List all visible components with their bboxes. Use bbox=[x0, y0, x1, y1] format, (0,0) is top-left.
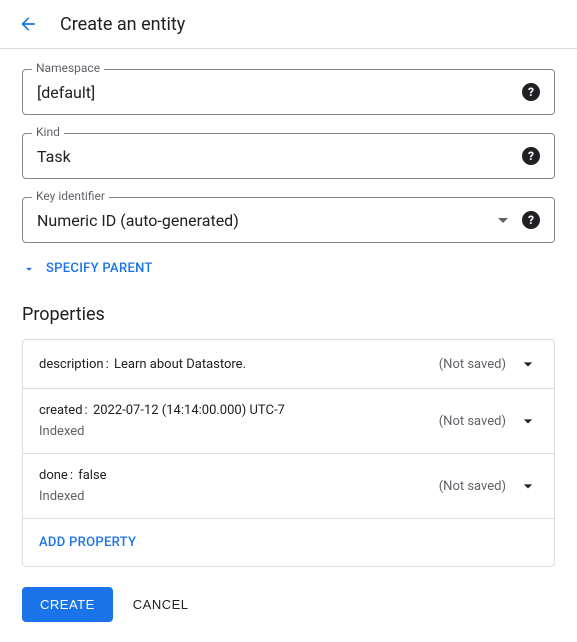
property-value: 2022-07-12 (14:14:00.000) UTC-7 bbox=[93, 403, 285, 418]
kind-field[interactable]: Kind Task ? bbox=[22, 133, 555, 179]
property-value: false bbox=[78, 468, 106, 483]
help-icon[interactable]: ? bbox=[522, 83, 540, 101]
key-identifier-label: Key identifier bbox=[32, 189, 109, 203]
page-title: Create an entity bbox=[60, 14, 185, 35]
property-line: done: false bbox=[39, 468, 107, 483]
specify-parent-toggle[interactable]: SPECIFY PARENT bbox=[22, 261, 555, 276]
property-row[interactable]: created: 2022-07-12 (14:14:00.000) UTC-7… bbox=[23, 389, 554, 454]
not-saved-label: (Not saved) bbox=[439, 357, 506, 372]
property-name: created bbox=[39, 403, 83, 418]
chevron-down-icon[interactable] bbox=[518, 411, 538, 431]
help-icon[interactable]: ? bbox=[522, 211, 540, 229]
dropdown-arrow-icon bbox=[498, 218, 508, 223]
property-name: description bbox=[39, 357, 104, 372]
specify-parent-label: SPECIFY PARENT bbox=[46, 261, 153, 276]
properties-heading: Properties bbox=[22, 304, 555, 325]
not-saved-label: (Not saved) bbox=[439, 414, 506, 429]
properties-list: description: Learn about Datastore. (Not… bbox=[22, 339, 555, 567]
namespace-value: [default] bbox=[37, 83, 95, 102]
add-property-row: ADD PROPERTY bbox=[23, 519, 554, 566]
property-value: Learn about Datastore. bbox=[114, 357, 246, 372]
kind-value: Task bbox=[37, 147, 71, 166]
property-line: description: Learn about Datastore. bbox=[39, 357, 246, 372]
indexed-label: Indexed bbox=[39, 424, 285, 439]
chevron-down-icon[interactable] bbox=[518, 354, 538, 374]
property-name: done bbox=[39, 468, 68, 483]
not-saved-label: (Not saved) bbox=[439, 479, 506, 494]
indexed-label: Indexed bbox=[39, 489, 107, 504]
namespace-field[interactable]: Namespace [default] ? bbox=[22, 69, 555, 115]
footer-buttons: CREATE CANCEL bbox=[22, 587, 555, 622]
namespace-label: Namespace bbox=[32, 61, 104, 75]
content-area: Namespace [default] ? Kind Task ? Key id… bbox=[0, 49, 577, 642]
page-header: Create an entity bbox=[0, 0, 577, 49]
property-row[interactable]: done: false Indexed (Not saved) bbox=[23, 454, 554, 519]
key-identifier-value: Numeric ID (auto-generated) bbox=[37, 211, 239, 230]
back-arrow-icon[interactable] bbox=[16, 12, 40, 36]
property-row[interactable]: description: Learn about Datastore. (Not… bbox=[23, 340, 554, 389]
chevron-down-icon bbox=[22, 262, 36, 276]
add-property-button[interactable]: ADD PROPERTY bbox=[39, 535, 136, 550]
create-button[interactable]: CREATE bbox=[22, 587, 113, 622]
chevron-down-icon[interactable] bbox=[518, 476, 538, 496]
cancel-button[interactable]: CANCEL bbox=[133, 597, 189, 612]
kind-label: Kind bbox=[32, 125, 64, 139]
property-line: created: 2022-07-12 (14:14:00.000) UTC-7 bbox=[39, 403, 285, 418]
key-identifier-field[interactable]: Key identifier Numeric ID (auto-generate… bbox=[22, 197, 555, 243]
help-icon[interactable]: ? bbox=[522, 147, 540, 165]
